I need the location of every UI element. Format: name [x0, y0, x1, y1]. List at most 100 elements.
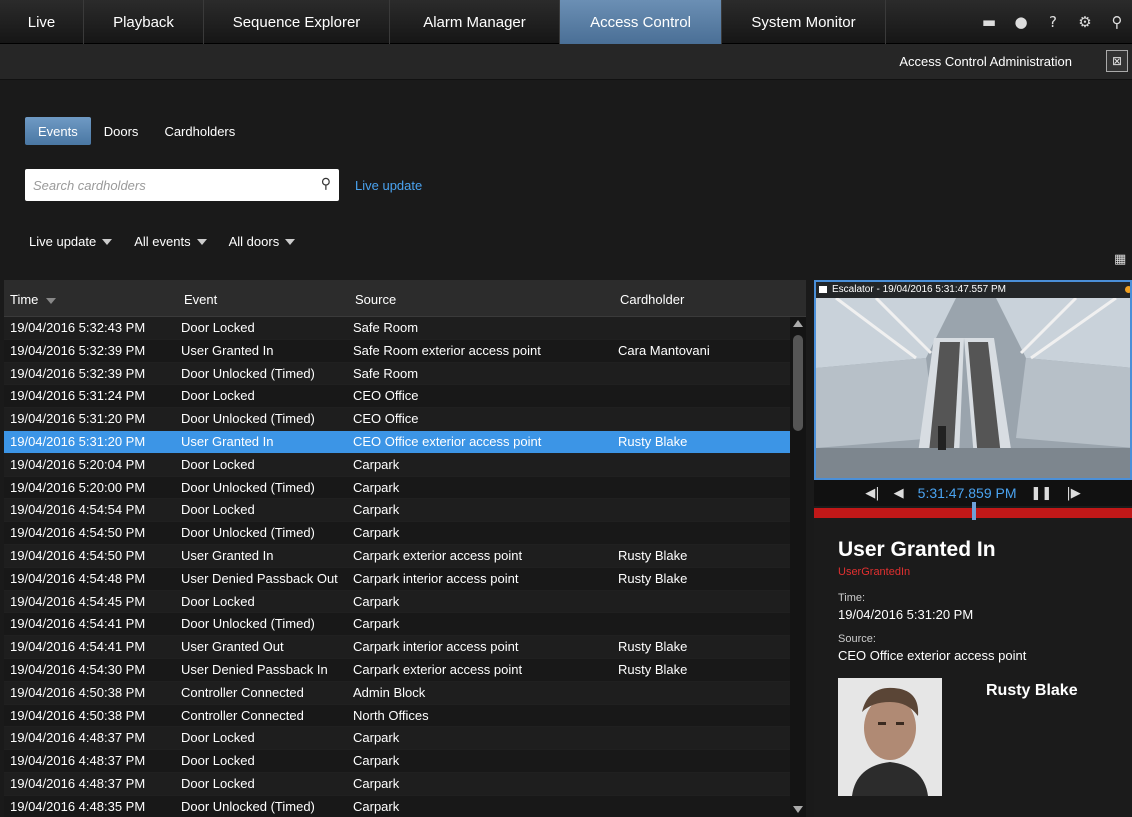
- cell-cardholder: Rusty Blake: [618, 547, 688, 563]
- server-connect-icon[interactable]: ▬: [980, 13, 998, 31]
- table-row[interactable]: 19/04/2016 5:31:24 PM Door Locked CEO Offi…: [4, 385, 790, 409]
- tab-sequence-explorer[interactable]: Sequence Explorer: [204, 0, 390, 44]
- live-update-link[interactable]: Live update: [355, 178, 422, 193]
- chevron-down-icon: [285, 238, 296, 245]
- event-type-dropdown[interactable]: All events: [134, 234, 207, 249]
- column-header-time-label: Time: [10, 292, 39, 307]
- cell-time: 19/04/2016 4:54:50 PM: [10, 547, 146, 563]
- table-row[interactable]: 19/04/2016 5:32:43 PM Door Locked Safe Roo…: [4, 317, 790, 340]
- tab-playback[interactable]: Playback: [84, 0, 204, 44]
- cell-source: Carpark: [353, 775, 400, 791]
- tab-access-control[interactable]: Access Control: [560, 0, 722, 44]
- tab-system-monitor[interactable]: System Monitor: [722, 0, 886, 44]
- cell-source: CEO Office: [353, 388, 419, 404]
- timeline-playhead[interactable]: [972, 502, 976, 520]
- table-row[interactable]: 19/04/2016 5:31:20 PM User Granted In CEO …: [4, 430, 790, 454]
- skip-back-icon[interactable]: ◀|: [865, 486, 879, 501]
- settings-icon[interactable]: ⚙: [1076, 13, 1094, 31]
- table-row[interactable]: 19/04/2016 4:54:54 PM Door Locked Carpark: [4, 499, 790, 523]
- recording-indicator-icon: [1125, 286, 1130, 293]
- table-row[interactable]: 19/04/2016 4:54:48 PM User Denied Passbac…: [4, 567, 790, 591]
- table-row[interactable]: 19/04/2016 5:31:20 PM Door Unlocked (Time…: [4, 408, 790, 431]
- cell-source: Safe Room: [353, 320, 419, 335]
- cell-event: Door Locked: [181, 320, 255, 335]
- table-row[interactable]: 19/04/2016 4:54:50 PM User Granted In Carp…: [4, 544, 790, 568]
- cell-cardholder: Rusty Blake: [618, 433, 688, 449]
- tab-cardholders[interactable]: Cardholders: [151, 117, 248, 145]
- table-row[interactable]: 19/04/2016 4:54:50 PM Door Unlocked (Time…: [4, 522, 790, 545]
- search-input[interactable]: [25, 169, 295, 201]
- cell-time: 19/04/2016 4:50:38 PM: [10, 707, 146, 723]
- view-tabs: Events Doors Cardholders: [25, 117, 248, 145]
- table-header: Time Event Source Cardholder: [4, 280, 806, 317]
- table-scrollbar[interactable]: [790, 317, 806, 817]
- cell-source: Carpark interior access point: [353, 570, 519, 586]
- cell-time: 19/04/2016 5:32:39 PM: [10, 342, 146, 358]
- tab-events[interactable]: Events: [25, 117, 91, 145]
- tab-alarm-manager[interactable]: Alarm Manager: [390, 0, 560, 44]
- cell-event: User Granted In: [181, 433, 274, 449]
- chevron-down-icon: [102, 238, 113, 245]
- layout-grid-icon[interactable]: ▦: [1114, 252, 1130, 268]
- cell-source: Carpark: [353, 730, 400, 746]
- cell-event: Door Locked: [181, 502, 255, 518]
- cell-time: 19/04/2016 4:48:37 PM: [10, 775, 146, 791]
- cell-time: 19/04/2016 4:54:54 PM: [10, 502, 146, 518]
- tab-live[interactable]: Live: [0, 0, 84, 44]
- step-back-icon[interactable]: ◀: [894, 486, 904, 501]
- event-title: User Granted In: [838, 538, 996, 561]
- cell-source: Carpark: [353, 593, 400, 609]
- page-title: Access Control Administration: [899, 54, 1072, 69]
- link-icon[interactable]: ●: [1012, 13, 1030, 31]
- table-row[interactable]: 19/04/2016 5:32:39 PM User Granted In Safe…: [4, 339, 790, 363]
- column-header-event[interactable]: Event: [184, 292, 217, 307]
- search-box: ⚲: [25, 169, 339, 201]
- cardholder-name: Rusty Blake: [986, 682, 1078, 699]
- cell-source: Carpark: [353, 502, 400, 518]
- cell-time: 19/04/2016 5:31:24 PM: [10, 388, 146, 404]
- cell-time: 19/04/2016 5:32:39 PM: [10, 365, 146, 381]
- column-header-time[interactable]: Time: [10, 292, 57, 307]
- table-row[interactable]: 19/04/2016 4:50:38 PM Controller Connecte…: [4, 704, 790, 728]
- column-header-source[interactable]: Source: [355, 292, 396, 307]
- maximize-icon[interactable]: ⊠: [1106, 50, 1128, 72]
- playback-timeline[interactable]: [814, 502, 1132, 520]
- cell-source: Admin Block: [353, 684, 426, 700]
- scroll-down-icon[interactable]: [793, 806, 803, 813]
- step-forward-icon[interactable]: |▶: [1066, 486, 1080, 501]
- column-header-cardholder[interactable]: Cardholder: [620, 292, 684, 307]
- table-row[interactable]: 19/04/2016 4:54:41 PM Door Unlocked (Time…: [4, 613, 790, 637]
- table-row[interactable]: 19/04/2016 5:32:39 PM Door Unlocked (Time…: [4, 362, 790, 386]
- table-row[interactable]: 19/04/2016 5:20:00 PM Door Unlocked (Time…: [4, 476, 790, 500]
- table-row[interactable]: 19/04/2016 4:50:38 PM Controller Connecte…: [4, 681, 790, 705]
- tab-doors[interactable]: Doors: [91, 117, 152, 145]
- scroll-up-icon[interactable]: [793, 320, 803, 327]
- table-row[interactable]: 19/04/2016 5:20:04 PM Door Locked Carpark: [4, 453, 790, 477]
- live-update-dropdown[interactable]: Live update: [29, 234, 113, 249]
- chevron-down-icon: [196, 238, 207, 245]
- cell-event: Controller Connected: [181, 707, 304, 723]
- camera-video-tile[interactable]: Escalator - 19/04/2016 5:31:47.557 PM: [814, 280, 1132, 480]
- cell-source: Carpark: [353, 525, 400, 541]
- cardholder-photo: [838, 678, 942, 796]
- scroll-thumb[interactable]: [793, 335, 803, 431]
- cell-time: 19/04/2016 4:54:41 PM: [10, 639, 146, 655]
- cell-event: User Denied Passback In: [181, 661, 328, 677]
- table-row[interactable]: 19/04/2016 4:48:37 PM Door Locked Carpark: [4, 750, 790, 773]
- help-icon[interactable]: ?: [1044, 13, 1062, 31]
- table-row[interactable]: 19/04/2016 4:54:41 PM User Granted Out Car…: [4, 636, 790, 659]
- table-row[interactable]: 19/04/2016 4:48:35 PM Door Unlocked (Time…: [4, 795, 790, 817]
- cell-source: Carpark exterior access point: [353, 547, 523, 563]
- table-row[interactable]: 19/04/2016 4:48:37 PM Door Locked Carpark: [4, 727, 790, 751]
- table-row[interactable]: 19/04/2016 4:48:37 PM Door Locked Carpark: [4, 772, 790, 796]
- table-body: 19/04/2016 5:32:43 PM Door Locked Safe Roo…: [4, 317, 790, 817]
- event-detail-panel: Escalator - 19/04/2016 5:31:47.557 PM ◀|…: [814, 280, 1132, 817]
- table-row[interactable]: 19/04/2016 4:54:30 PM User Denied Passbac…: [4, 658, 790, 682]
- table-row[interactable]: 19/04/2016 4:54:45 PM Door Locked Carpark: [4, 590, 790, 614]
- door-dropdown[interactable]: All doors: [229, 234, 296, 249]
- cell-time: 19/04/2016 4:48:37 PM: [10, 730, 146, 746]
- pin-icon[interactable]: ⚲: [1108, 13, 1126, 31]
- search-icon[interactable]: ⚲: [321, 176, 331, 192]
- pause-icon[interactable]: ❚❚: [1031, 486, 1053, 501]
- door-dropdown-label: All doors: [228, 234, 280, 249]
